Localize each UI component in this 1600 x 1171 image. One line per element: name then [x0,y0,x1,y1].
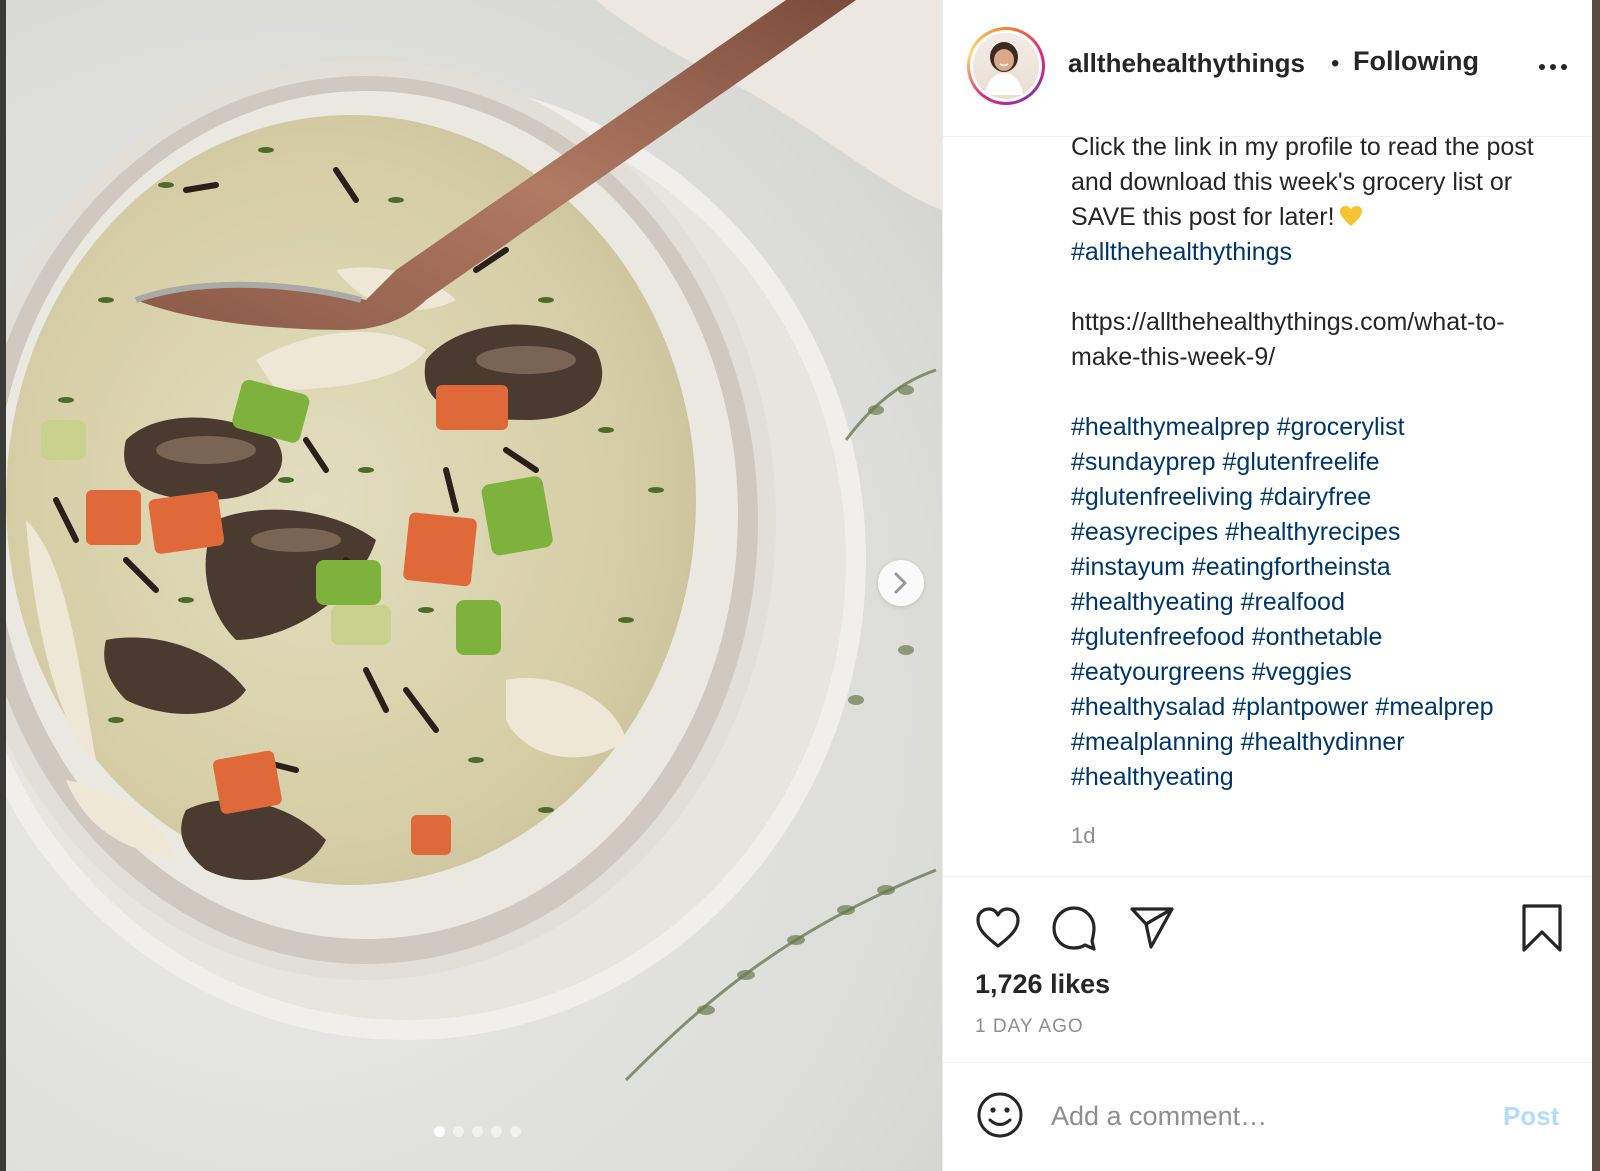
hashtag-link[interactable]: #healthymealprep [1071,413,1270,441]
next-photo-button[interactable] [878,560,924,606]
heart-icon[interactable] [973,903,1023,953]
hashtag-link[interactable]: #dairyfree [1260,483,1371,511]
avatar[interactable] [967,27,1045,105]
carousel-dot [472,1126,483,1137]
carousel-dot [491,1126,502,1137]
hashtag-link[interactable]: #glutenfreefood [1071,623,1245,651]
carousel-indicator [434,1126,521,1137]
background-edge-right [1592,0,1600,1171]
post-header: allthehealthythings • Following [943,0,1593,137]
more-options-button[interactable] [1533,52,1573,82]
carousel-dot [453,1126,464,1137]
hashtag-link[interactable]: #healthyeating [1071,763,1234,791]
username-link[interactable]: allthehealthythings [1068,48,1305,79]
hashtag-link[interactable]: #allthehealthythings [1071,238,1292,266]
carousel-dot [510,1126,521,1137]
hashtag-link[interactable]: #healthyrecipes [1225,518,1400,546]
hashtag-link[interactable]: #healthyeating [1071,588,1234,616]
hashtag-link[interactable]: #glutenfreelife [1223,448,1380,476]
send-icon[interactable] [1127,903,1177,953]
caption-url: https://allthehealthythings.com/what-to-… [1071,308,1505,371]
smiley-icon[interactable] [975,1090,1025,1140]
hashtag-link[interactable]: #healthysalad [1071,693,1225,721]
hashtag-link[interactable]: #onthetable [1252,623,1383,651]
hashtag-link[interactable]: #easyrecipes [1071,518,1218,546]
comment-icon[interactable] [1049,903,1099,953]
hashtag-link[interactable]: #plantpower [1232,693,1368,721]
hashtag-link[interactable]: #realfood [1241,588,1345,616]
hashtag-link[interactable]: #eatingfortheinsta [1192,553,1391,581]
hashtag-link[interactable]: #veggies [1252,658,1352,686]
post-actions: 1,726 likes 1 DAY AGO [943,876,1593,1062]
hashtag-link[interactable]: #eatyourgreens [1071,658,1245,686]
comment-input[interactable] [1051,1093,1471,1139]
soup-bowl-image [6,0,942,1082]
post-caption: Click the link in my profile to read the… [1071,130,1571,795]
post-detail-panel: allthehealthythings • Following Click th… [942,0,1593,1171]
post-date: 1 DAY AGO [975,1016,1084,1037]
caption-text: Click the link in my profile to read the… [1071,133,1534,231]
hashtag-block: #healthymealprep #grocerylist #sundaypre… [1071,410,1571,795]
avatar-photo [973,33,1039,99]
carousel-dot-active [434,1126,445,1137]
hashtag-link[interactable]: #healthydinner [1241,728,1405,756]
header-separator: • [1331,50,1340,77]
more-options-icon [1539,64,1545,70]
chevron-right-icon [894,572,907,594]
hashtag-link[interactable]: #glutenfreeliving [1071,483,1253,511]
hashtag-link[interactable]: #instayum [1071,553,1185,581]
caption-age: 1d [1071,823,1096,848]
hashtag-link[interactable]: #grocerylist [1277,413,1405,441]
hashtag-link[interactable]: #mealplanning [1071,728,1234,756]
comment-bar: Post [943,1062,1593,1171]
likes-count[interactable]: 1,726 likes [975,969,1110,1000]
following-button[interactable]: Following [1353,46,1479,77]
yellow-heart-icon [1339,206,1362,226]
person-portrait-icon [985,42,1023,95]
hashtag-link[interactable]: #sundayprep [1071,448,1216,476]
hashtag-link[interactable]: #mealprep [1375,693,1493,721]
bookmark-icon[interactable] [1517,903,1567,953]
post-comment-button[interactable]: Post [1503,1101,1559,1132]
post-photo[interactable] [6,0,942,1171]
